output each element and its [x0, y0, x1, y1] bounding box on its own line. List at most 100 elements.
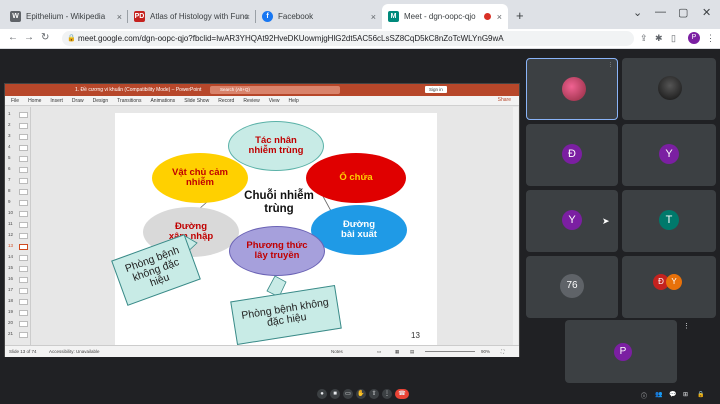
slide-thumbnail[interactable] [19, 200, 28, 206]
status-zoom[interactable]: 90% [481, 349, 490, 354]
ppt-menu-slideshow[interactable]: Slide Show [184, 98, 209, 104]
more-participants-icon[interactable]: ⋮ [683, 322, 690, 330]
tab-wikipedia[interactable]: W Epithelium - Wikipedia × [4, 4, 128, 29]
ppt-menu-home[interactable]: Home [28, 98, 41, 104]
chat-icon[interactable]: 💬 [669, 391, 676, 398]
share-icon[interactable]: ⇪ [640, 33, 648, 44]
close-icon[interactable]: × [371, 12, 376, 22]
vertical-scrollbar[interactable] [513, 107, 518, 345]
present-button-icon[interactable]: ⇧ [369, 389, 379, 399]
slide-thumbnail[interactable] [19, 321, 28, 327]
end-call-button-icon[interactable]: ☎ [395, 389, 409, 399]
ppt-menu-draw[interactable]: Draw [72, 98, 84, 104]
maximize-icon[interactable]: ▢ [678, 6, 688, 19]
ppt-menu-transitions[interactable]: Transitions [117, 98, 141, 104]
ppt-menu-view[interactable]: View [269, 98, 280, 104]
ppt-menu-help[interactable]: Help [288, 98, 298, 104]
slide-thumbnail[interactable] [19, 156, 28, 162]
participant-tile[interactable]: Đ Y [622, 256, 716, 318]
status-accessibility[interactable]: Accessibility: Unavailable [49, 349, 100, 354]
lock-host-icon[interactable]: 🔒 [697, 391, 704, 398]
ppt-menu-design[interactable]: Design [93, 98, 109, 104]
slide-thumbnail[interactable] [19, 112, 28, 118]
ppt-menu-insert[interactable]: Insert [50, 98, 63, 104]
view-sorter-icon[interactable]: ▦ [395, 349, 399, 355]
slide-thumbnail[interactable] [19, 266, 28, 272]
activities-icon[interactable]: ⊞ [683, 391, 688, 398]
close-icon[interactable]: × [117, 12, 122, 22]
slide-thumbnail[interactable] [19, 288, 28, 294]
close-icon[interactable]: × [245, 12, 250, 22]
ppt-share-button[interactable]: Share [498, 97, 511, 103]
camera-button-icon[interactable]: ■ [330, 389, 340, 399]
people-icon[interactable]: 👥 [655, 391, 662, 398]
ppt-search-box[interactable]: Search (Alt+Q) [210, 86, 340, 94]
participant-avatar: T [659, 210, 679, 230]
slide-thumb-number: 15 [8, 265, 14, 270]
captions-button-icon[interactable]: ▭ [343, 389, 353, 399]
slide-thumb-number: 18 [8, 298, 14, 303]
tab-title: Atlas of Histology with Function... [150, 12, 248, 21]
ppt-sign-in-button[interactable]: Sign in [425, 86, 447, 93]
slide-thumbnail[interactable] [19, 123, 28, 129]
ppt-menu-file[interactable]: File [11, 98, 19, 104]
tab-title: Facebook [278, 12, 314, 21]
ppt-menu-animations[interactable]: Animations [150, 98, 175, 104]
mic-button-icon[interactable]: ● [317, 389, 327, 399]
participant-tile[interactable]: 76 [526, 256, 618, 318]
slide-thumbnail[interactable] [19, 277, 28, 283]
raise-hand-icon[interactable]: ✋ [356, 389, 366, 399]
participant-tile[interactable] [622, 58, 716, 120]
zoom-slider[interactable] [425, 351, 475, 352]
extensions-icon[interactable]: ✱ [655, 33, 663, 44]
ppt-menu-review[interactable]: Review [243, 98, 259, 104]
url-field[interactable]: 🔒 meet.google.com/dgn-oopc-qjo?fbclid=Iw… [62, 31, 634, 46]
address-bar: ← → ↻ 🔒 meet.google.com/dgn-oopc-qjo?fbc… [0, 29, 720, 49]
participant-tile[interactable]: Đ [526, 124, 618, 186]
participant-avatar: P [614, 343, 632, 361]
ppt-menu-record[interactable]: Record [218, 98, 234, 104]
slide-thumbnail[interactable] [19, 145, 28, 151]
sidebar-icon[interactable]: ▯ [671, 33, 676, 44]
tab-search-icon[interactable]: ⌄ [633, 6, 642, 19]
back-icon[interactable]: ← [8, 32, 18, 43]
slide-thumbnail[interactable] [19, 178, 28, 184]
slide-thumbnail[interactable] [19, 310, 28, 316]
fit-slide-icon[interactable]: ⛶ [501, 349, 504, 354]
mic-icon: ⋮ [608, 62, 613, 68]
forward-icon[interactable]: → [24, 32, 34, 43]
slide-thumbnail[interactable] [19, 189, 28, 195]
tab-meet[interactable]: M Meet - dgn-oopc-qjo × [382, 4, 508, 29]
tab-atlas-pdf[interactable]: PD Atlas of Histology with Function... × [128, 4, 256, 29]
participant-tile[interactable]: Y [622, 124, 716, 186]
callout-right-text: Phòng bệnh không đặc hiệu [240, 296, 330, 329]
view-normal-icon[interactable]: ▭ [377, 349, 381, 355]
minimize-icon[interactable]: — [655, 6, 666, 18]
status-notes[interactable]: Notes [331, 349, 343, 354]
more-options-icon[interactable]: ⋮ [382, 389, 392, 399]
menu-icon[interactable]: ⋮ [706, 33, 715, 44]
participant-tile[interactable]: Y ➤ [526, 190, 618, 252]
close-icon[interactable]: × [497, 12, 502, 22]
slide-thumbnail[interactable] [19, 134, 28, 140]
new-tab-icon[interactable]: + [516, 8, 524, 23]
slide-thumbnail[interactable] [19, 255, 28, 261]
slide-thumbnail[interactable] [19, 167, 28, 173]
participant-tile[interactable]: ⋮ [526, 58, 618, 120]
participant-tile[interactable]: T [622, 190, 716, 252]
slide-thumbnail[interactable] [19, 244, 28, 250]
info-icon[interactable]: ⓘ [641, 391, 647, 400]
view-reading-icon[interactable]: ▤ [410, 349, 414, 355]
reload-icon[interactable]: ↻ [41, 32, 49, 43]
slide-thumbnail[interactable] [19, 211, 28, 217]
slide-thumbnail[interactable] [19, 299, 28, 305]
slide-thumbnail[interactable] [19, 233, 28, 239]
slide-thumb-number: 7 [8, 177, 11, 182]
slide-thumbnail[interactable] [19, 222, 28, 228]
tab-facebook[interactable]: f Facebook × [256, 4, 382, 29]
close-window-icon[interactable]: ✕ [702, 6, 711, 19]
participant-tile-self[interactable]: P [565, 320, 677, 383]
slide-thumbnail[interactable] [19, 332, 28, 338]
profile-avatar[interactable]: P [688, 32, 700, 44]
participant-avatar: Y [562, 210, 582, 230]
